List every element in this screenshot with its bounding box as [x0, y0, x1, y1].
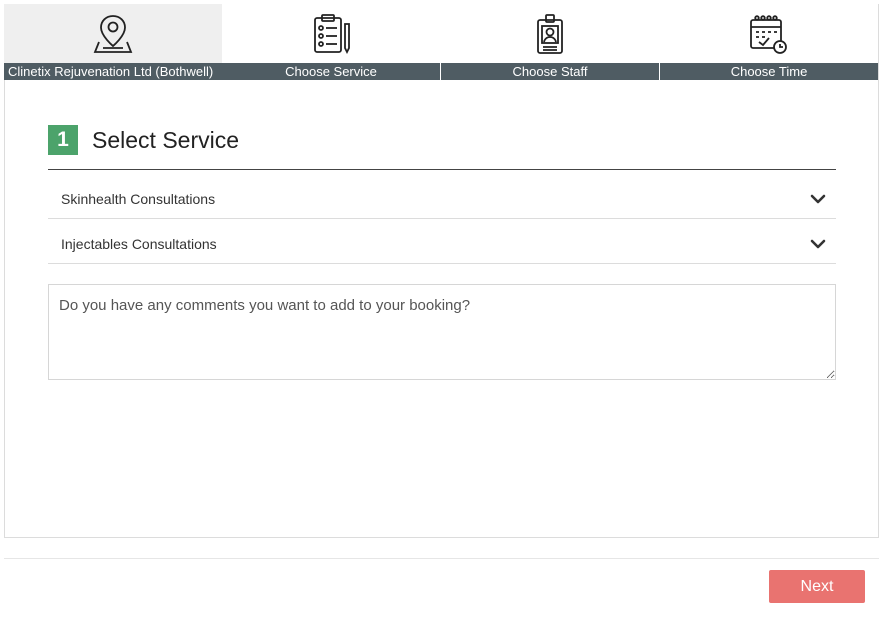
step-choose-time[interactable]: Choose Time: [660, 4, 878, 80]
step-choose-staff[interactable]: Choose Staff: [441, 4, 659, 80]
step-label: Clinetix Rejuvenation Ltd (Bothwell): [4, 63, 222, 80]
service-category-injectables[interactable]: Injectables Consultations: [48, 219, 836, 264]
step-icon-zone: [222, 4, 440, 63]
section-header: 1 Select Service: [48, 124, 239, 156]
clipboard-checklist-icon: [314, 14, 350, 55]
step-choose-service[interactable]: Choose Service: [222, 4, 440, 80]
booking-steps: Clinetix Rejuvenation Ltd (Bothwell) Cho…: [4, 4, 879, 80]
step-location[interactable]: Clinetix Rejuvenation Ltd (Bothwell): [4, 4, 222, 80]
footer-divider: [4, 558, 879, 559]
chevron-down-icon[interactable]: [810, 237, 826, 251]
booking-panel: [4, 4, 879, 538]
page-title: Select Service: [92, 126, 240, 153]
booking-comments-field[interactable]: [48, 284, 836, 380]
service-category-label: Injectables Consultations: [61, 236, 217, 252]
step-label: Choose Time: [660, 63, 878, 80]
chevron-down-icon[interactable]: [810, 192, 826, 206]
step-number-badge: 1: [48, 125, 78, 155]
step-label: Choose Service: [222, 63, 440, 80]
next-button[interactable]: Next: [769, 570, 865, 603]
step-icon-zone: [4, 4, 222, 63]
title-divider: [48, 169, 836, 170]
service-category-label: Skinhealth Consultations: [61, 191, 216, 207]
service-category-skinhealth[interactable]: Skinhealth Consultations: [48, 174, 836, 219]
step-icon-zone: [660, 4, 878, 63]
location-pin-icon: [93, 15, 133, 53]
step-label: Choose Staff: [441, 63, 659, 80]
staff-badge-icon: [537, 14, 563, 54]
step-icon-zone: [441, 4, 659, 63]
calendar-clock-icon: [750, 15, 787, 54]
